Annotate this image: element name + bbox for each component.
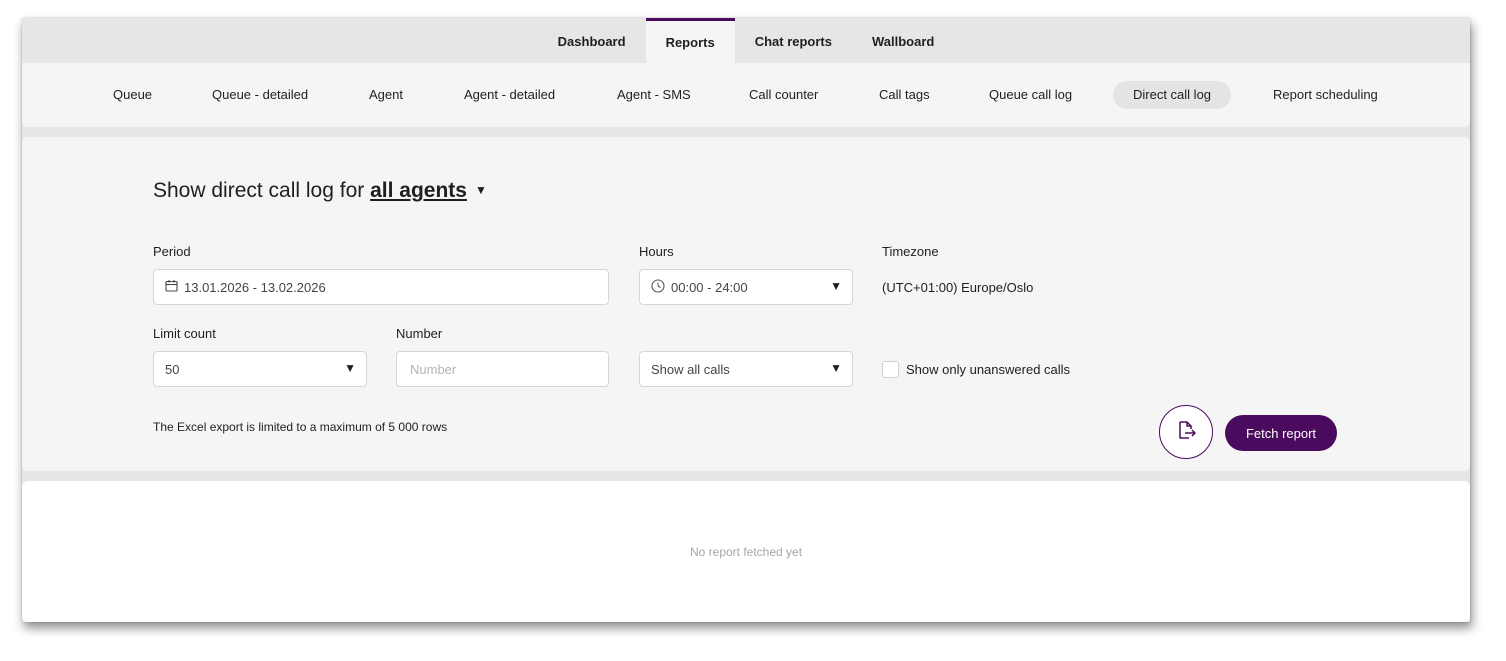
limit-count-select[interactable]: 50 ▼ [153,351,367,387]
top-nav: Dashboard Reports Chat reports Wallboard [22,18,1470,64]
page-title: Show direct call log for all agents ▼ [153,179,487,203]
chevron-down-icon: ▼ [830,361,842,375]
export-note: The Excel export is limited to a maximum… [153,420,448,434]
period-input[interactable]: 13.01.2026 - 13.02.2026 [153,269,609,305]
period-label: Period [153,244,191,259]
subtab-direct-call-log[interactable]: Direct call log [1113,81,1232,109]
agent-selector-link[interactable]: all agents [370,179,467,202]
hours-value: 00:00 - 24:00 [671,279,748,295]
number-field[interactable] [396,351,609,387]
calls-filter-select[interactable]: Show all calls ▼ [639,351,853,387]
page-title-prefix: Show direct call log for [153,179,365,202]
export-file-icon [1175,419,1197,446]
timezone-label: Timezone [882,244,939,259]
caret-down-icon[interactable]: ▼ [475,183,487,197]
subtab-queue[interactable]: Queue [113,81,152,109]
clock-icon [651,278,665,296]
chevron-down-icon: ▼ [830,279,842,293]
tab-dashboard[interactable]: Dashboard [538,18,646,64]
hours-select[interactable]: 00:00 - 24:00 ▼ [639,269,853,305]
limit-count-label: Limit count [153,326,216,341]
empty-report-message: No report fetched yet [689,545,803,559]
report-type-bar: Queue Queue - detailed Agent Agent - det… [22,63,1470,127]
unanswered-label[interactable]: Show only unanswered calls [906,362,1070,377]
report-result-panel: No report fetched yet [22,481,1470,622]
subtab-queue-detailed[interactable]: Queue - detailed [212,81,308,109]
chevron-down-icon: ▼ [344,361,356,375]
tab-wallboard[interactable]: Wallboard [852,18,954,64]
subtab-call-counter[interactable]: Call counter [749,81,818,109]
tab-chat-reports[interactable]: Chat reports [735,18,852,64]
limit-count-value: 50 [165,361,180,377]
reports-window: Dashboard Reports Chat reports Wallboard… [22,18,1470,622]
subtab-agent[interactable]: Agent [369,81,403,109]
unanswered-checkbox[interactable] [882,361,899,378]
subtab-report-scheduling[interactable]: Report scheduling [1273,81,1378,109]
subtab-call-tags[interactable]: Call tags [879,81,930,109]
calls-filter-value: Show all calls [651,361,730,377]
export-excel-button[interactable] [1159,405,1213,459]
fetch-report-button[interactable]: Fetch report [1225,415,1337,451]
tab-reports[interactable]: Reports [645,18,735,64]
number-input[interactable] [408,360,592,378]
subtab-agent-sms[interactable]: Agent - SMS [617,81,691,109]
number-label: Number [396,326,443,341]
hours-label: Hours [639,244,674,259]
filter-panel: Show direct call log for all agents ▼ Per… [22,137,1470,471]
subtab-agent-detailed[interactable]: Agent - detailed [464,81,555,109]
calendar-icon [165,279,178,295]
timezone-value: (UTC+01:00) Europe/Oslo [882,280,1034,295]
period-value: 13.01.2026 - 13.02.2026 [184,279,326,295]
subtab-queue-call-log[interactable]: Queue call log [989,81,1072,109]
